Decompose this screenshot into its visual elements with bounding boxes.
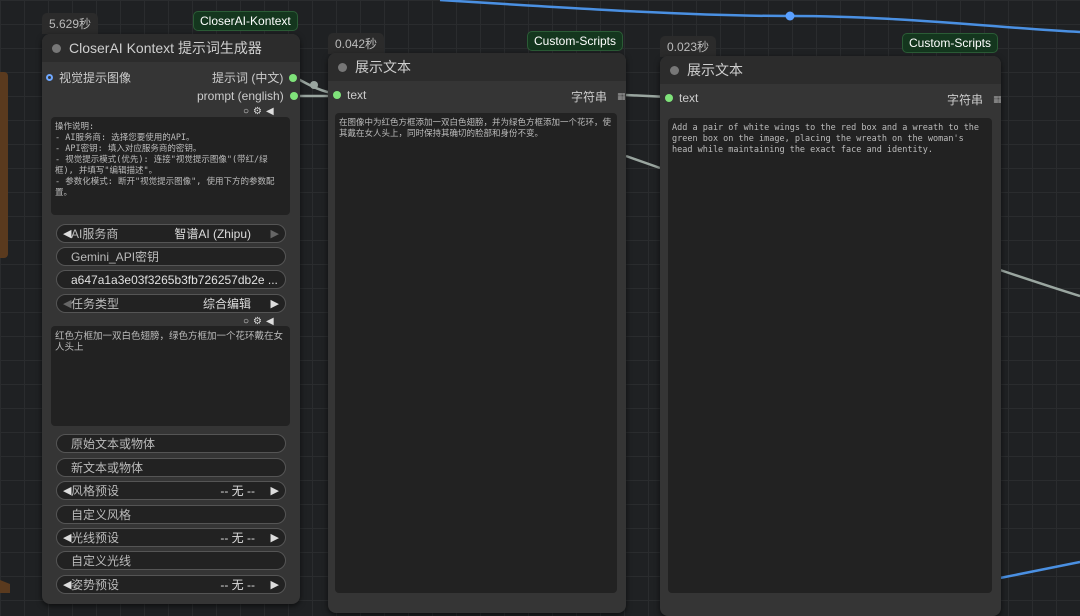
left-arrow-icon[interactable]: ◀ [63,227,71,240]
collapse-dot-icon[interactable] [52,43,61,53]
right-arrow-icon[interactable]: ▶ [271,484,279,497]
light-preset-value: -- 无 -- [220,531,255,545]
node2-output-label: 字符串 [571,90,608,104]
left-arrow-icon[interactable]: ◀ [63,578,71,591]
right-arrow-icon[interactable]: ▶ [271,531,279,544]
custom-style-label: 自定义风格 [71,508,132,522]
node3-output-label: 字符串 [947,93,984,107]
pose-preset-value: -- 无 -- [220,578,255,592]
node1-title: CloserAI Kontext 提示词生成器 [69,40,262,56]
node2-input-label: text [347,88,367,102]
wire-gray-4 [625,154,661,170]
api-key-input[interactable]: a647a1a3e03f3265b3fb726257db2e ... [56,270,286,289]
grid-icon: ▦ [993,94,1002,104]
light-preset-combo[interactable]: ◀ 光线预设 -- 无 -- ▶ [56,528,286,547]
node2-output-string[interactable]: 字符串 ▦ [571,88,626,105]
instructions-textarea[interactable]: 操作说明: - AI服务商: 选择您要使用的API。 - API密钥: 填入对应… [51,117,290,215]
original-text-input[interactable]: 原始文本或物体 [56,434,286,453]
left-arrow-icon[interactable]: ◀ [63,297,71,310]
output-label-cn: 提示词 (中文) [212,71,284,85]
right-arrow-icon[interactable]: ▶ [271,578,279,591]
collapse-dot-icon[interactable] [670,65,679,75]
node2-input-text[interactable]: text [333,88,366,102]
task-value: 综合编辑 [202,297,251,311]
node2-text-display[interactable]: 在图像中为红色方框添加一双白色翅膀，并为绿色方框添加一个花环，使其戴在女人头上，… [335,113,617,593]
node1-input-visual-image[interactable]: 视觉提示图像 [46,69,131,86]
node2-title: 展示文本 [355,59,411,75]
custom-style-input[interactable]: 自定义风格 [56,505,286,524]
node3-output-string[interactable]: 字符串 ▦ [947,91,1002,108]
pose-preset-combo[interactable]: ◀ 姿势预设 -- 无 -- ▶ [56,575,286,594]
new-text-input[interactable]: 新文本或物体 [56,458,286,477]
node1-badge: CloserAI-Kontext [193,11,298,31]
gear-icon[interactable]: ⚙ [253,106,262,117]
style-preset-value: -- 无 -- [220,484,255,498]
node1-output-en[interactable]: prompt (english) [197,89,298,103]
custom-light-label: 自定义光线 [71,554,132,568]
output-port-icon[interactable] [289,73,298,82]
wire-gray-5 [999,268,1080,298]
left-edge-node-fragment [0,72,8,258]
api-key-label-widget[interactable]: Gemini_API密钥 [56,247,286,266]
left-arrow-icon[interactable]: ◀ [63,484,71,497]
wire-blue-bottom [999,560,1080,580]
node3-title: 展示文本 [687,62,743,78]
task-type-combo[interactable]: ◀ 任务类型 综合编辑 ▶ [56,294,286,313]
wire-reroute-dot [785,11,795,21]
provider-value: 智谱AI (Zhipu) [174,227,251,241]
node1-timing: 5.629秒 [42,13,99,34]
original-text-label: 原始文本或物体 [71,437,156,451]
node2-timing: 0.042秒 [328,33,385,54]
node1-textarea-icons-1: ○ ⚙ ◀ [243,106,274,117]
node3-badge: Custom-Scripts [902,33,999,53]
node2-badge: Custom-Scripts [527,31,624,51]
node1-output-cn[interactable]: 提示词 (中文) [212,69,298,86]
input-label: 视觉提示图像 [59,71,132,85]
input-port-icon[interactable] [665,94,673,102]
node3-timing: 0.023秒 [660,36,717,57]
left-arrow-icon[interactable]: ◀ [63,531,71,544]
input-port-icon[interactable] [333,91,341,99]
circle-icon[interactable]: ○ [243,106,249,117]
right-arrow-icon[interactable]: ▶ [271,227,279,240]
node1-title-bar[interactable]: CloserAI Kontext 提示词生成器 [42,34,300,62]
provider-combo[interactable]: ◀ AI服务商 智谱AI (Zhipu) ▶ [56,224,286,243]
api-key-value: a647a1a3e03f3265b3fb726257db2e ... [71,272,278,287]
output-port-icon[interactable] [289,92,298,100]
new-text-label: 新文本或物体 [71,461,144,475]
grid-icon: ▦ [617,91,626,101]
node2-title-bar[interactable]: 展示文本 [328,53,626,81]
node3-input-text[interactable]: text [665,91,698,105]
edit-description-textarea[interactable]: 红色方框加一双白色翅膀，绿色方框加一个花环戴在女人头上 [51,326,290,426]
style-preset-combo[interactable]: ◀ 风格预设 -- 无 -- ▶ [56,481,286,500]
api-key-label: Gemini_API密钥 [71,250,160,264]
speaker-icon[interactable]: ◀ [266,106,274,117]
node3-text-display[interactable]: Add a pair of white wings to the red box… [668,118,992,593]
node3-title-bar[interactable]: 展示文本 [660,56,1001,84]
custom-light-input[interactable]: 自定义光线 [56,551,286,570]
wire-blue-top [439,0,1080,34]
output-label-en: prompt (english) [197,89,284,103]
input-port-icon[interactable] [46,74,53,81]
collapse-dot-icon[interactable] [338,62,347,72]
node3-input-label: text [679,91,699,105]
right-arrow-icon[interactable]: ▶ [271,297,279,310]
